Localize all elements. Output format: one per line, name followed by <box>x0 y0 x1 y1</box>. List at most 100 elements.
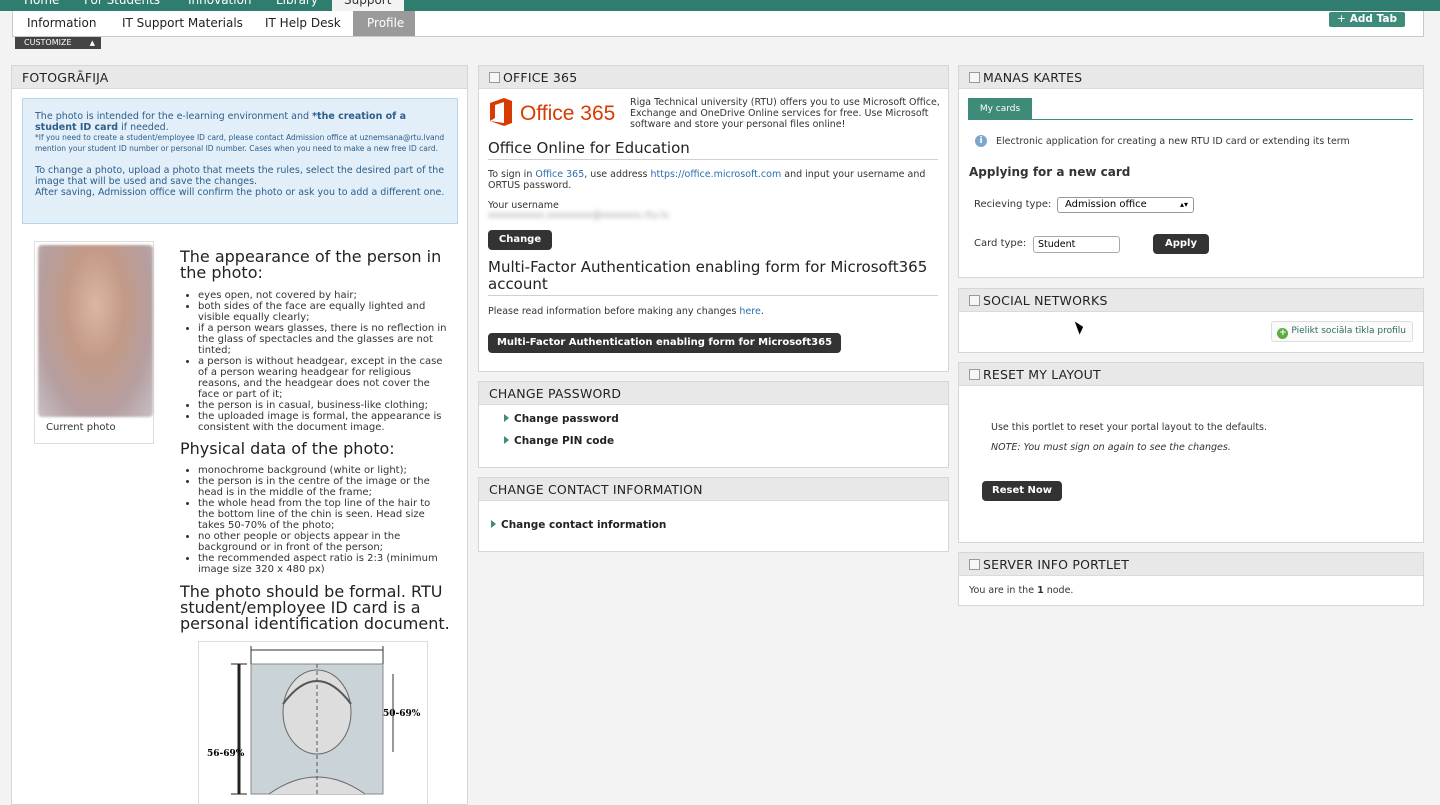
top-navigation: Home For Students Innovation Library Sup… <box>0 0 1440 11</box>
office-url-link[interactable]: https://office.microsoft.com <box>650 169 781 180</box>
portlet-title: OFFICE 365 <box>479 66 948 89</box>
portlet-title-text: OFFICE 365 <box>503 70 578 85</box>
info-line-1: The photo is intended for the e-learning… <box>35 111 445 133</box>
chevron-up-icon: ▲ <box>89 39 95 47</box>
top-tab-library[interactable]: Library <box>264 0 330 11</box>
receiving-type-value: Admission office <box>1065 199 1147 210</box>
card-type-field[interactable]: Student <box>1033 236 1120 253</box>
info-after-saving: After saving, Admission office will conf… <box>35 187 445 198</box>
mfa-info-link[interactable]: here <box>739 306 760 317</box>
office365-portlet: OFFICE 365 Office 365 Riga Technical uni… <box>478 65 949 372</box>
top-tab-home[interactable]: Home <box>12 0 71 11</box>
divider <box>488 159 938 160</box>
current-photo[interactable] <box>38 245 153 417</box>
portlet-toggle-icon[interactable] <box>969 295 980 306</box>
info-small: *If you need to create a student/employe… <box>35 133 445 153</box>
change-username-button[interactable]: Change <box>488 230 552 250</box>
portlet-title: CHANGE CONTACT INFORMATION <box>479 478 948 501</box>
reset-now-button[interactable]: Reset Now <box>982 481 1062 501</box>
list-item: the uploaded image is formal, the appear… <box>198 411 448 433</box>
social-networks-portlet: SOCIAL NETWORKS + Pielikt sociāla tīkla p… <box>958 288 1424 353</box>
list-item: if a person wears glasses, there is no r… <box>198 323 448 356</box>
portlet-toggle-icon[interactable] <box>969 72 980 83</box>
top-tab-innovation[interactable]: Innovation <box>176 0 264 11</box>
node-number: 1 <box>1037 585 1044 596</box>
info-icon: i <box>975 135 987 147</box>
signin-text: To sign in Office 365, use address https… <box>488 169 926 191</box>
username-value: xxxxxxxxxx.xxxxxxxx@xxxxxxx.rtu.lv <box>488 210 670 221</box>
list-item: the person is in casual, business-like c… <box>198 400 448 411</box>
mfa-form-button[interactable]: Multi-Factor Authentication enabling for… <box>488 333 841 368</box>
office-intro: Riga Technical university (RTU) offers y… <box>630 97 940 130</box>
physical-rules: monochrome background (white or light); … <box>198 465 448 575</box>
sub-navigation: Information IT Support Materials IT Help… <box>12 11 1424 37</box>
cards-info-text: Electronic application for creating a ne… <box>996 136 1350 147</box>
server-info-portlet: SERVER INFO PORTLET You are in the 1 nod… <box>958 552 1424 606</box>
list-item: monochrome background (white or light); <box>198 465 448 476</box>
tab-profile[interactable]: Profile <box>353 11 415 36</box>
link-label: Change contact information <box>501 519 667 531</box>
tab-my-cards[interactable]: My cards <box>968 98 1032 120</box>
current-photo-frame[interactable]: Current photo <box>34 241 154 444</box>
list-item: no other people or objects appear in the… <box>198 531 448 553</box>
change-contact-link[interactable]: Change contact information <box>491 519 666 531</box>
top-tab-support[interactable]: Support <box>332 0 404 11</box>
change-pin-link[interactable]: Change PIN code <box>504 435 614 447</box>
add-social-profile-button[interactable]: + Pielikt sociāla tīkla profilu <box>1271 321 1413 342</box>
server-node-text: You are in the 1 node. <box>969 585 1074 596</box>
info-text: The photo is intended for the e-learning… <box>35 111 313 122</box>
portlet-title: SERVER INFO PORTLET <box>959 553 1423 576</box>
mfa-info: Please read information before making an… <box>488 306 764 317</box>
portlet-title-text: MANAS KARTES <box>983 70 1083 85</box>
portlet-title-text: SERVER INFO PORTLET <box>983 557 1130 572</box>
tab-information[interactable]: Information <box>13 11 110 36</box>
add-social-profile-label: Pielikt sociāla tīkla profilu <box>1291 326 1406 336</box>
formal-heading: The photo should be formal. RTU student/… <box>180 582 450 633</box>
list-item: the whole head from the top line of the … <box>198 498 448 531</box>
portlet-title: MANAS KARTES <box>959 66 1423 89</box>
portlet-toggle-icon[interactable] <box>969 559 980 570</box>
diagram-left-label: 56-69% <box>207 749 245 759</box>
add-tab-button[interactable]: + Add Tab <box>1328 12 1405 27</box>
select-arrows-icon: ▴▾ <box>1179 200 1188 209</box>
office-education-heading: Office Online for Education <box>488 139 690 157</box>
office365-link[interactable]: Office 365 <box>535 169 584 180</box>
info-text: if needed. <box>118 122 169 133</box>
office-logo-text: Office 365 <box>520 102 615 125</box>
arrow-right-icon <box>504 436 509 444</box>
arrow-right-icon <box>504 414 509 422</box>
portlet-title: CHANGE PASSWORD <box>479 382 948 405</box>
portlet-toggle-icon[interactable] <box>489 72 500 83</box>
head-proportion-illustration: 56-69% 50-69% <box>207 646 421 795</box>
portlet-title: RESET MY LAYOUT <box>959 363 1423 386</box>
change-password-portlet: CHANGE PASSWORD Change password Change P… <box>478 381 949 468</box>
add-tab-label: Add Tab <box>1349 13 1397 25</box>
apply-button[interactable]: Apply <box>1153 234 1209 254</box>
list-item: both sides of the face are equally light… <box>198 301 448 323</box>
tab-it-support-materials[interactable]: IT Support Materials <box>108 11 257 36</box>
list-item: the recommended aspect ratio is 2:3 (min… <box>198 553 448 575</box>
plus-icon: + <box>1336 13 1346 25</box>
card-type-label: Card type: <box>974 238 1027 249</box>
list-item: the person is in the centre of the image… <box>198 476 448 498</box>
appearance-heading: The appearance of the person in the phot… <box>180 247 442 282</box>
link-label: Change PIN code <box>514 435 615 447</box>
portlet-toggle-icon[interactable] <box>969 369 980 380</box>
list-item: a person is without headgear, except in … <box>198 356 448 400</box>
portlet-title: SOCIAL NETWORKS <box>959 289 1423 312</box>
top-tab-for-students[interactable]: For Students <box>72 0 172 11</box>
customize-label: CUSTOMIZE <box>24 38 72 47</box>
divider <box>488 295 938 296</box>
cards-tabs: My cards <box>968 98 1413 120</box>
tab-it-help-desk[interactable]: IT Help Desk <box>251 11 355 36</box>
portlet-title-text: SOCIAL NETWORKS <box>983 293 1108 308</box>
reset-note: NOTE: You must sign on again to see the … <box>991 442 1231 453</box>
office365-logo: Office 365 <box>488 97 628 131</box>
diagram-right-label: 50-69% <box>383 709 421 719</box>
apply-heading: Applying for a new card <box>969 165 1131 179</box>
portlet-title: FOTOGRĀFIJA <box>12 66 467 89</box>
receiving-type-select[interactable]: Admission office ▴▾ <box>1057 197 1194 213</box>
change-password-link[interactable]: Change password <box>504 413 619 425</box>
customize-button[interactable]: CUSTOMIZE ▲ <box>15 37 101 49</box>
arrow-right-icon <box>491 520 496 528</box>
